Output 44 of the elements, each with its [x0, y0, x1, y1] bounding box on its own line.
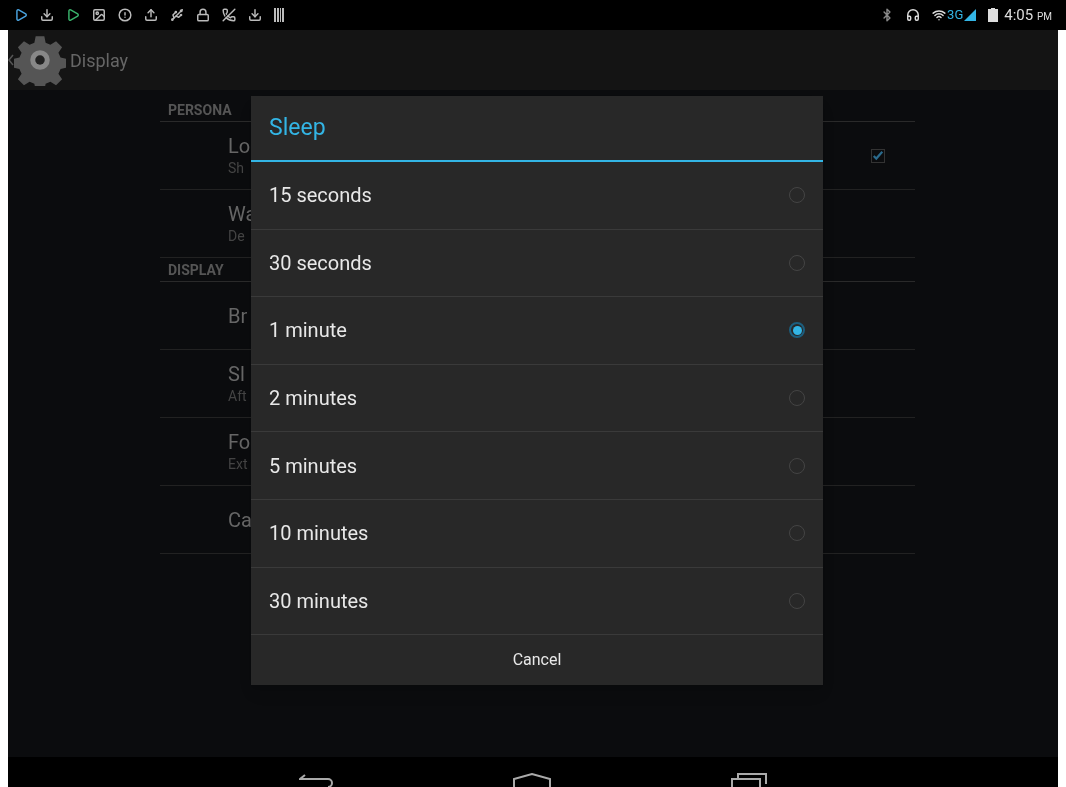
setting-summary: Sh	[228, 158, 245, 178]
play-icon	[14, 8, 28, 22]
setting-title: Br	[228, 303, 248, 328]
signal-icon	[964, 9, 977, 21]
setting-title: Lo	[228, 133, 251, 158]
play-icon	[66, 8, 80, 22]
headphones-icon	[906, 8, 921, 22]
upload-icon	[144, 8, 158, 22]
sleep-option[interactable]: 2 minutes	[251, 364, 823, 433]
sleep-option[interactable]: 30 seconds	[251, 229, 823, 298]
cancel-button[interactable]: Cancel	[251, 635, 823, 686]
setting-title: Sl	[228, 361, 245, 386]
setting-summary: Ext	[228, 454, 248, 474]
barcode-icon	[274, 8, 284, 22]
chevron-left-icon	[8, 54, 14, 66]
wifi-icon	[932, 8, 947, 22]
battery-icon	[988, 8, 999, 22]
image-icon	[92, 8, 106, 22]
setting-summary: De	[228, 226, 245, 246]
sleep-option[interactable]: 10 minutes	[251, 499, 823, 568]
download-icon	[40, 8, 54, 22]
usb-icon	[170, 8, 184, 22]
missed-call-icon	[222, 8, 236, 22]
clock: 4:05 PM	[1004, 4, 1052, 26]
lock-icon	[196, 8, 210, 22]
download-icon	[248, 8, 262, 22]
checkbox[interactable]	[871, 148, 885, 163]
back-button[interactable]	[8, 34, 66, 86]
sleep-option[interactable]: 1 minute	[251, 297, 823, 365]
sleep-option[interactable]: 15 seconds	[251, 162, 823, 230]
setting-summary: Aft	[228, 386, 247, 406]
setting-title: Fo	[228, 429, 251, 454]
screen-title: Display	[70, 48, 129, 73]
setting-title: Ca	[228, 507, 252, 532]
sleep-option[interactable]: 5 minutes	[251, 432, 823, 500]
network-type: 3G	[947, 6, 964, 25]
sleep-option[interactable]: 30 minutes	[251, 567, 823, 636]
home-nav-icon[interactable]	[513, 773, 551, 787]
gear-icon	[14, 34, 66, 86]
dialog-title: Sleep	[251, 96, 823, 162]
alert-icon	[118, 8, 132, 22]
recent-apps-icon[interactable]	[731, 773, 767, 787]
back-nav-icon[interactable]	[299, 773, 333, 787]
radio-button[interactable]	[789, 322, 805, 339]
